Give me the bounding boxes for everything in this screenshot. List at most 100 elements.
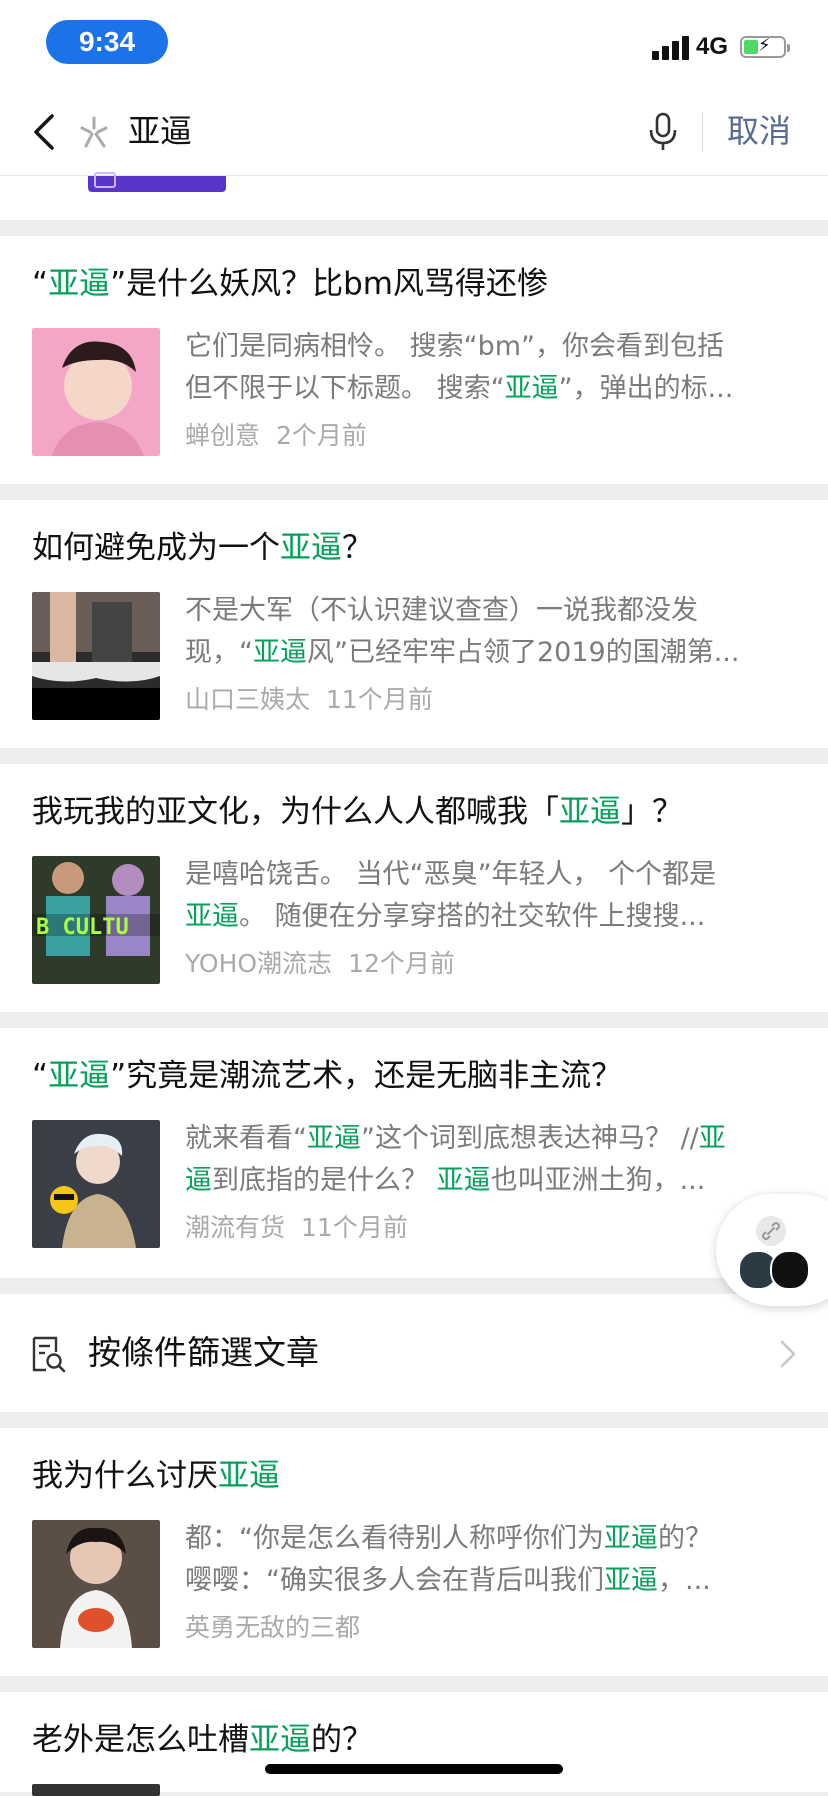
- text-segment: 就来看看“: [185, 1123, 307, 1154]
- text-segment: 但不限于以下标题。 搜索“: [185, 373, 505, 404]
- result-thumbnail: [32, 1784, 160, 1796]
- highlighted-keyword: 逼: [185, 1165, 212, 1196]
- result-snippet: 是嘻哈饶舌。 当代“恶臭”年轻人， 个个都是 亚逼。 随便在分享穿搭的社交软件上…: [185, 854, 795, 938]
- filter-articles-row[interactable]: 按條件篩選文章: [0, 1294, 828, 1412]
- highlighted-keyword: 亚逼: [253, 637, 307, 668]
- text-segment: “: [32, 1058, 49, 1094]
- text-segment: “: [32, 266, 49, 302]
- previous-result-stub[interactable]: [0, 172, 828, 220]
- result-author: 英勇无敌的三都: [185, 1613, 361, 1642]
- snippet-line: 但不限于以下标题。 搜索“亚逼”，弹出的标...: [185, 368, 795, 410]
- result-time: 12个月前: [348, 949, 455, 978]
- result-meta: 山口三姨太 11个月前: [185, 680, 433, 720]
- text-segment: ”究竟是潮流艺术，还是无脑非主流？: [110, 1058, 623, 1094]
- highlighted-keyword: 亚逼: [185, 901, 239, 932]
- snippet-line: 逼到底指的是什么？ 亚逼也叫亚洲土狗，...: [185, 1160, 795, 1202]
- highlighted-keyword: 亚逼: [504, 373, 559, 404]
- highlighted-keyword: 亚: [698, 1123, 726, 1154]
- result-card[interactable]: 老外是怎么吐槽亚逼的？: [0, 1692, 828, 1796]
- snippet-line: 亚逼。 随便在分享穿搭的社交软件上搜搜...: [185, 896, 795, 938]
- result-card[interactable]: “亚逼”是什么妖风？比bm风骂得还惨 它们是同病相怜。 搜索“bm”，你会看到包…: [0, 236, 828, 484]
- result-author: 潮流有货: [185, 1213, 286, 1242]
- video-icon: [94, 172, 116, 188]
- filter-label: 按條件篩選文章: [88, 1333, 319, 1372]
- snippet-line: 就来看看“亚逼”这个词到底想表达神马？ //亚: [185, 1118, 795, 1160]
- highlighted-keyword: 亚逼: [604, 1565, 658, 1596]
- status-time: 9:34: [46, 20, 168, 64]
- text-segment: ，...: [658, 1565, 711, 1596]
- highlighted-keyword: 亚逼: [48, 266, 111, 302]
- result-snippet: 不是大军（不认识建议查查）一说我都没发 现，“亚逼风”已经牢牢占领了2019的国…: [185, 590, 795, 674]
- result-thumbnail: [32, 1120, 160, 1248]
- result-author: YOHO潮流志: [185, 949, 333, 978]
- result-time: 11个月前: [326, 685, 433, 714]
- search-bar: 亚逼 取消: [0, 88, 828, 176]
- snippet-line: 嘤嘤：“确实很多人会在背后叫我们亚逼，...: [185, 1560, 795, 1602]
- text-segment: 如何避免成为一个: [32, 530, 280, 566]
- highlighted-keyword: 亚逼: [559, 794, 621, 830]
- network-type: 4G: [696, 33, 729, 60]
- result-time: 11个月前: [301, 1213, 408, 1242]
- highlighted-keyword: 亚逼: [249, 1722, 311, 1758]
- result-title[interactable]: 老外是怎么吐槽亚逼的？: [32, 1718, 373, 1762]
- video-thumbnail: [88, 172, 226, 192]
- result-card[interactable]: 我为什么讨厌亚逼 都：“你是怎么看待别人称呼你们为亚逼的？ 嘤嘤：“确实很多人会…: [0, 1428, 828, 1676]
- search-input[interactable]: 亚逼: [128, 108, 192, 154]
- result-title[interactable]: “亚逼”是什么妖风？比bm风骂得还惨: [32, 262, 548, 306]
- text-segment: 现，“: [185, 637, 253, 668]
- text-segment: ”这个词到底想表达神马？ //: [361, 1123, 699, 1154]
- text-segment: 嘤嘤：“确实很多人会在背后叫我们: [185, 1565, 604, 1596]
- mic-icon[interactable]: [646, 110, 680, 154]
- highlighted-keyword: 亚逼: [280, 530, 342, 566]
- cellular-signal-icon: [652, 36, 692, 60]
- text-segment: ”是什么妖风？比bm风骂得还惨: [110, 266, 548, 302]
- highlighted-keyword: 亚逼: [218, 1458, 280, 1494]
- text-segment: 到底指的是什么？: [212, 1165, 437, 1196]
- snippet-line: 不是大军（不认识建议查查）一说我都没发: [185, 590, 795, 632]
- snippet-line: 是嘻哈饶舌。 当代“恶臭”年轻人， 个个都是: [185, 854, 795, 896]
- filter-search-icon: [32, 1336, 66, 1373]
- result-meta: 英勇无敌的三都: [185, 1608, 360, 1648]
- text-segment: ”，弹出的标...: [558, 373, 734, 404]
- result-card[interactable]: “亚逼”究竟是潮流艺术，还是无脑非主流？ 就来看看“亚逼”这个词到底想表达神马？…: [0, 1028, 828, 1278]
- text-segment: 都：“你是怎么看待别人称呼你们为: [185, 1523, 604, 1554]
- floating-window-bubble[interactable]: [716, 1194, 828, 1306]
- result-card[interactable]: 如何避免成为一个亚逼？ 不是大军（不认识建议查查）一说我都没发 现，“亚逼风”已…: [0, 500, 828, 748]
- highlighted-keyword: 亚逼: [436, 1165, 491, 1196]
- result-title[interactable]: 我玩我的亚文化，为什么人人都喊我「亚逼」？: [32, 790, 683, 834]
- text-segment: 我为什么讨厌: [32, 1458, 218, 1494]
- back-icon[interactable]: [30, 112, 60, 152]
- svg-text:B CULTU: B CULTU: [36, 915, 129, 940]
- result-thumbnail: [32, 1520, 160, 1648]
- text-segment: 的？: [311, 1722, 373, 1758]
- result-card[interactable]: 我玩我的亚文化，为什么人人都喊我「亚逼」？ B CULTU 是嘻哈饶舌。 当代“…: [0, 764, 828, 1012]
- snippet-line: 都：“你是怎么看待别人称呼你们为亚逼的？: [185, 1518, 795, 1560]
- text-segment: 的？: [658, 1523, 712, 1554]
- highlighted-keyword: 亚逼: [307, 1123, 361, 1154]
- text-segment: 也叫亚洲土狗，...: [490, 1165, 706, 1196]
- cancel-button[interactable]: 取消: [727, 108, 791, 154]
- text-segment: 是嘻哈饶舌。 当代“恶臭”年轻人， 个个都是: [185, 859, 717, 890]
- result-title[interactable]: 我为什么讨厌亚逼: [32, 1454, 280, 1498]
- text-segment: 我玩我的亚文化，为什么人人都喊我「: [32, 794, 559, 830]
- link-icon: [756, 1216, 786, 1246]
- result-meta: 蝉创意 2个月前: [185, 416, 367, 456]
- text-segment: ？: [342, 530, 373, 566]
- highlighted-keyword: 亚逼: [604, 1523, 658, 1554]
- status-bar: 9:34 4G ⚡: [0, 0, 828, 88]
- text-segment: 老外是怎么吐槽: [32, 1722, 249, 1758]
- result-thumbnail: B CULTU: [32, 856, 160, 984]
- result-meta: YOHO潮流志 12个月前: [185, 944, 455, 984]
- chevron-right-icon: [780, 1340, 796, 1368]
- text-segment: 风”已经牢牢占领了2019的国潮第...: [307, 637, 740, 668]
- result-author: 山口三姨太: [185, 685, 311, 714]
- result-author: 蝉创意: [185, 421, 261, 450]
- text-segment: 」？: [621, 794, 683, 830]
- text-segment: 。 随便在分享穿搭的社交软件上搜搜...: [239, 901, 706, 932]
- result-title[interactable]: “亚逼”究竟是潮流艺术，还是无脑非主流？: [32, 1054, 622, 1098]
- result-title[interactable]: 如何避免成为一个亚逼？: [32, 526, 373, 570]
- result-thumbnail: [32, 592, 160, 720]
- text-segment: 它们是同病相怜。 搜索“bm”，你会看到包括: [185, 331, 724, 362]
- result-thumbnail: [32, 328, 160, 456]
- search-mark-icon: [80, 116, 108, 148]
